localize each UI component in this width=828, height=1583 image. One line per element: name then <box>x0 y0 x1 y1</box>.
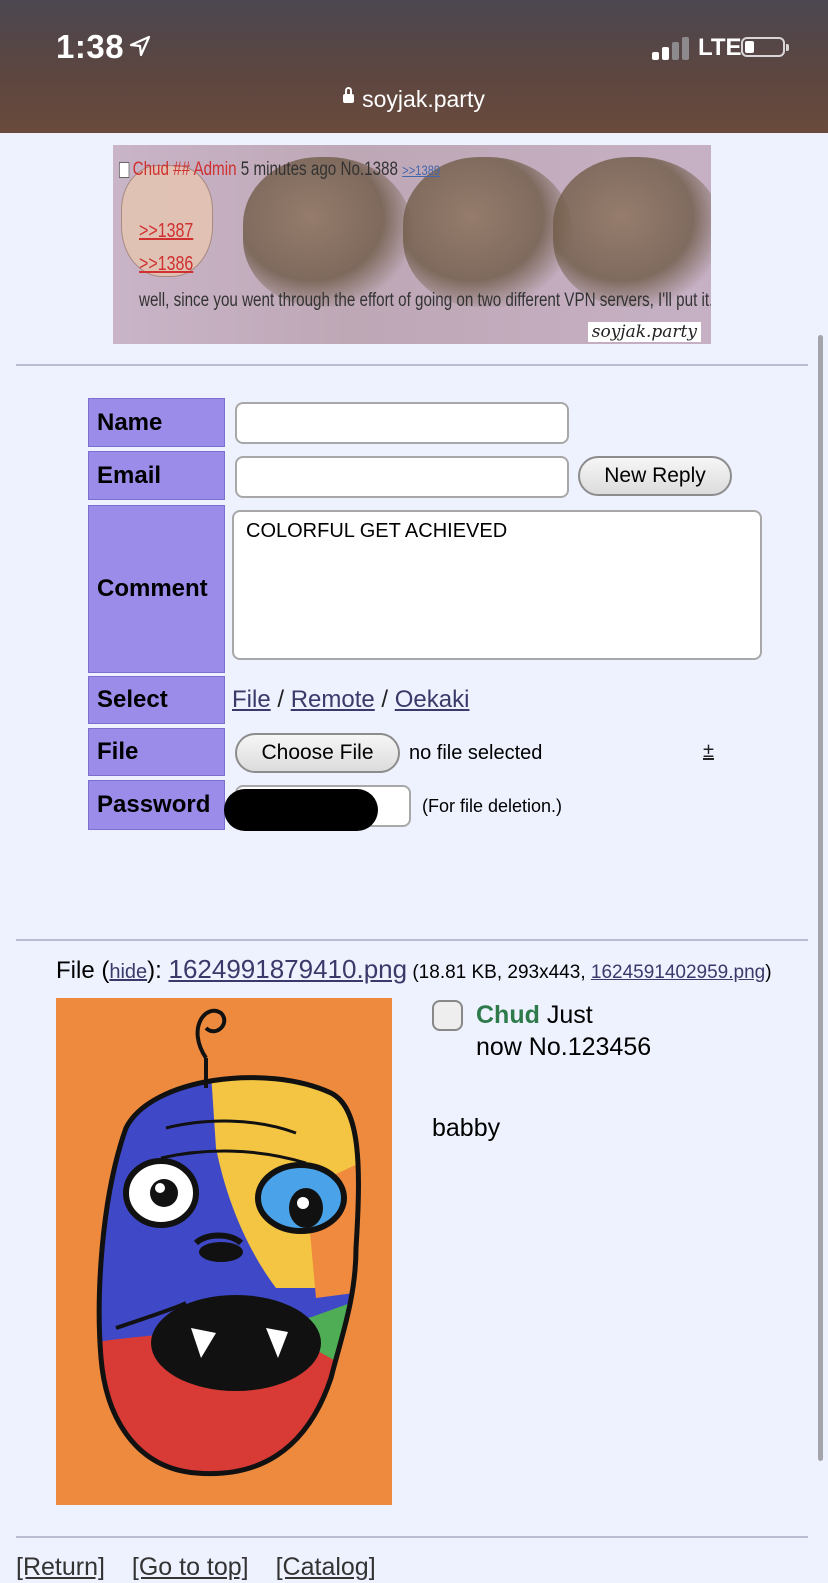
email-input[interactable] <box>235 456 569 498</box>
choose-file-button[interactable]: Choose File <box>235 733 400 773</box>
address-bar[interactable]: soyjak.party <box>0 86 828 113</box>
post-file-info: File (hide): 1624991879410.png (18.81 KB… <box>56 954 772 984</box>
post-author-name: Chud <box>476 1001 540 1029</box>
post-file-link[interactable]: 1624991879410.png <box>168 954 407 984</box>
name-label: Name <box>88 398 225 447</box>
divider <box>16 1536 808 1538</box>
divider <box>16 364 808 366</box>
comment-text: COLORFUL GET ACHIEVED <box>246 520 508 542</box>
file-status-text: no file selected <box>409 742 543 764</box>
post-header: Chud Just now No.123456 <box>476 1001 652 1061</box>
url-text: soyjak.party <box>362 86 485 112</box>
email-label: Email <box>88 451 225 500</box>
banner-quote-1: >>1387 <box>139 220 194 242</box>
select-file-link[interactable]: File <box>232 686 271 713</box>
signal-strength-icon <box>652 36 692 60</box>
name-input[interactable] <box>235 402 569 444</box>
battery-icon <box>741 37 789 59</box>
browser-top-bar: 1:38 LTE soyjak.party <box>0 0 828 133</box>
banner-quote-2: >>1386 <box>139 253 194 275</box>
catalog-link[interactable]: [Catalog] <box>276 1553 376 1581</box>
divider <box>16 939 808 941</box>
password-label: Password <box>88 780 225 830</box>
go-to-top-link[interactable]: [Go to top] <box>132 1553 249 1581</box>
password-note: (For file deletion.) <box>422 796 563 816</box>
status-time: 1:38 <box>56 28 125 65</box>
select-oekaki-link[interactable]: Oekaki <box>395 686 470 713</box>
select-remote-link[interactable]: Remote <box>291 686 375 713</box>
new-reply-button[interactable]: New Reply <box>578 456 732 496</box>
network-type: LTE <box>698 34 742 61</box>
hide-image-link[interactable]: hide <box>109 961 147 983</box>
expand-more-files-button[interactable]: ± <box>703 740 714 763</box>
original-filename-link[interactable]: 1624591402959.png <box>591 962 765 983</box>
post-time-and-number[interactable]: now No.123456 <box>476 1033 651 1061</box>
board-banner[interactable]: Chud ## Admin 5 minutes ago No.1388 >>13… <box>113 145 711 344</box>
redaction-mark <box>224 789 378 831</box>
post-image-thumbnail[interactable] <box>56 998 392 1505</box>
upload-mode-selector: File / Remote / Oekaki <box>232 686 470 713</box>
footer-nav: [Return] [Go to top] [Catalog] <box>16 1553 396 1582</box>
select-label: Select <box>88 676 225 724</box>
file-label: File <box>88 728 225 776</box>
banner-watermark: soyjak.party <box>587 322 701 342</box>
post-body-text: babby <box>432 1114 501 1142</box>
banner-post-header: Chud ## Admin 5 minutes ago No.1388 >>13… <box>119 159 440 181</box>
banner-post-text: well, since you went through the effort … <box>139 290 711 311</box>
post-select-checkbox[interactable] <box>432 1000 463 1031</box>
colorful-soyjak-face-image <box>96 1008 361 1477</box>
return-link[interactable]: [Return] <box>16 1553 105 1581</box>
lock-icon <box>343 87 355 104</box>
location-arrow-icon <box>129 35 151 57</box>
page-scrollbar[interactable] <box>818 335 823 1461</box>
comment-label: Comment <box>88 505 225 673</box>
comment-textarea[interactable]: COLORFUL GET ACHIEVED <box>232 510 762 660</box>
